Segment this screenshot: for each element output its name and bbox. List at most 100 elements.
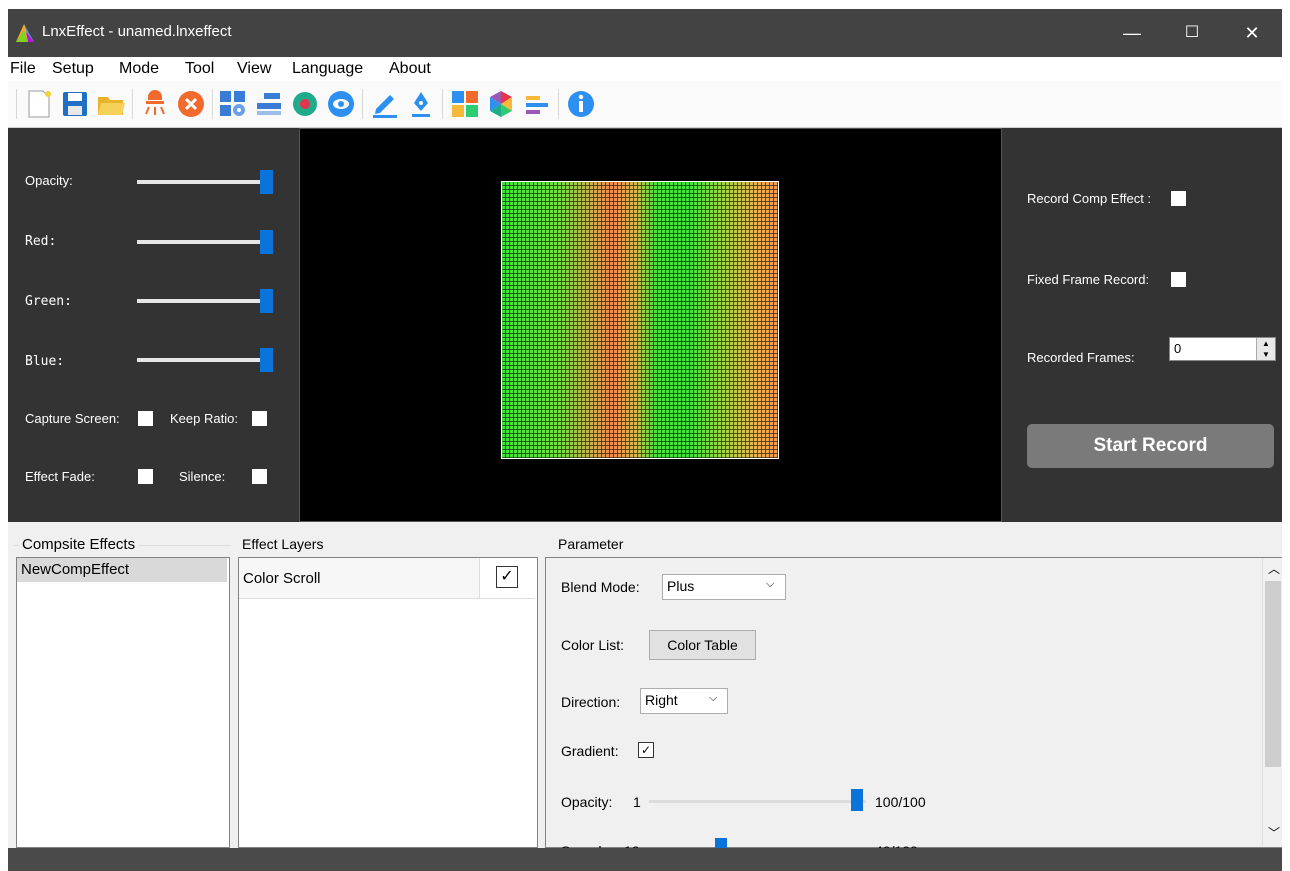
layers-title: Effect Layers: [239, 536, 327, 552]
toolbar-separator: [132, 89, 133, 119]
menu-view[interactable]: View: [237, 60, 271, 78]
settings-grid-icon[interactable]: [218, 89, 248, 119]
fixed-frame-checkbox[interactable]: [1171, 272, 1186, 287]
menu-language[interactable]: Language: [292, 60, 363, 78]
layer-enable-cell[interactable]: ✓: [479, 558, 535, 598]
chevron-down-icon: ⌵: [709, 692, 718, 704]
parameter-title: Parameter: [555, 536, 627, 552]
blend-mode-select[interactable]: Plus ⌵: [662, 574, 786, 600]
minimize-button[interactable]: —: [1102, 9, 1162, 57]
check-icon[interactable]: ✓: [496, 566, 518, 588]
recorded-frames-value: 0: [1174, 341, 1182, 356]
led-matrix-preview: [501, 181, 779, 459]
keep-ratio-checkbox[interactable]: [252, 411, 267, 426]
blue-slider-thumb[interactable]: [260, 348, 273, 372]
open-folder-icon[interactable]: [96, 89, 126, 119]
menu-bar: File Setup Mode Tool View Language About: [8, 57, 1282, 81]
align-icon[interactable]: [522, 89, 552, 119]
app-logo-icon: [16, 24, 34, 42]
spin-arrows-icon[interactable]: ▲ ▼: [1256, 338, 1275, 360]
blue-slider[interactable]: [137, 358, 273, 362]
close-icon: ✕: [1244, 23, 1260, 43]
close-button[interactable]: ✕: [1222, 9, 1282, 57]
bottom-section: Compsite Effects NewCompEffect Effect La…: [8, 522, 1282, 860]
record-comp-label: Record Comp Effect :: [1027, 191, 1152, 206]
color-wheel-icon[interactable]: [486, 89, 516, 119]
scroll-down-icon[interactable]: ﹀: [1268, 824, 1280, 841]
start-record-button[interactable]: Start Record: [1027, 424, 1274, 468]
effect-fade-checkbox[interactable]: [138, 469, 153, 484]
color-table-button[interactable]: Color Table: [649, 630, 756, 660]
opacity-param-thumb[interactable]: [851, 789, 863, 811]
new-file-icon[interactable]: [24, 89, 54, 119]
blend-mode-value: Plus: [667, 578, 695, 594]
scroll-up-icon[interactable]: ︿: [1268, 560, 1280, 577]
keep-ratio-label: Keep Ratio:: [170, 411, 238, 426]
red-slider[interactable]: [137, 240, 273, 244]
title-bar[interactable]: LnxEffect - unamed.lnxeffect — ☐ ✕: [8, 9, 1282, 57]
preview-canvas[interactable]: [299, 128, 1002, 522]
opacity-slider[interactable]: [137, 180, 273, 184]
stop-icon[interactable]: [176, 89, 206, 119]
blend-mode-label: Blend Mode:: [561, 579, 640, 595]
red-label: Red:: [25, 234, 57, 249]
app-window: LnxEffect - unamed.lnxeffect — ☐ ✕ File …: [8, 9, 1282, 871]
chevron-down-icon: ⌵: [766, 578, 775, 590]
capture-screen-checkbox[interactable]: [138, 411, 153, 426]
opacity-label: Opacity:: [25, 173, 73, 188]
print-icon[interactable]: [254, 89, 284, 119]
composite-list[interactable]: NewCompEffect: [16, 557, 230, 848]
window-title: LnxEffect - unamed.lnxeffect: [42, 23, 232, 40]
opacity-param-slider[interactable]: [649, 800, 866, 803]
gradient-checkbox[interactable]: ✓: [638, 742, 654, 758]
toolbar-separator: [442, 89, 443, 119]
green-slider[interactable]: [137, 299, 273, 303]
maximize-icon: ☐: [1184, 24, 1200, 41]
gradient-label: Gradient:: [561, 743, 619, 759]
silence-checkbox[interactable]: [252, 469, 267, 484]
blue-label: Blue:: [25, 354, 65, 369]
direction-value: Right: [645, 692, 678, 708]
record-icon[interactable]: [290, 89, 320, 119]
opacity-slider-thumb[interactable]: [260, 170, 273, 194]
record-comp-checkbox[interactable]: [1171, 191, 1186, 206]
toolbar-separator: [212, 89, 213, 119]
fixed-frame-label: Fixed Frame Record:: [1027, 272, 1150, 287]
capture-screen-label: Capture Screen:: [25, 411, 120, 426]
red-slider-thumb[interactable]: [260, 230, 273, 254]
effect-fade-label: Effect Fade:: [25, 469, 95, 484]
list-item[interactable]: NewCompEffect: [17, 558, 227, 582]
recorded-frames-label: Recorded Frames:: [1027, 350, 1135, 365]
eye-icon[interactable]: [326, 89, 356, 119]
check-icon: ✓: [640, 743, 652, 757]
menu-tool[interactable]: Tool: [185, 60, 214, 78]
menu-mode[interactable]: Mode: [119, 60, 159, 78]
pen-icon[interactable]: [370, 89, 400, 119]
preview-frame: [299, 128, 1002, 522]
save-icon[interactable]: [60, 89, 90, 119]
direction-select[interactable]: Right ⌵: [640, 688, 728, 714]
layer-row[interactable]: Color Scroll ✓: [239, 558, 535, 599]
color-blocks-icon[interactable]: [450, 89, 480, 119]
toolbar-separator: [16, 89, 17, 119]
menu-setup[interactable]: Setup: [52, 60, 94, 78]
green-slider-thumb[interactable]: [260, 289, 273, 313]
composite-title: Compsite Effects: [19, 536, 139, 553]
menu-about[interactable]: About: [389, 60, 431, 78]
composite-item-label: NewCompEffect: [21, 561, 130, 578]
status-bar: [8, 848, 1282, 871]
layers-list[interactable]: Color Scroll ✓: [238, 557, 538, 848]
light-icon[interactable]: [140, 89, 170, 119]
toolbar-separator: [362, 89, 363, 119]
maximize-button[interactable]: ☐: [1162, 9, 1222, 57]
ink-pen-icon[interactable]: [406, 89, 436, 119]
scrollbar-thumb[interactable]: [1265, 581, 1281, 767]
menu-file[interactable]: File: [10, 60, 36, 78]
recorded-frames-spinbox[interactable]: 0 ▲ ▼: [1169, 337, 1276, 361]
opacity-param-label: Opacity:: [561, 794, 613, 810]
record-panel: Record Comp Effect : Fixed Frame Record:…: [1002, 128, 1282, 522]
parameter-scrollbar[interactable]: ︿ ﹀: [1262, 558, 1282, 846]
silence-label: Silence:: [179, 469, 226, 484]
left-control-panel: Opacity: Red: Green: Blue: Capture Scree…: [8, 128, 299, 522]
info-icon[interactable]: [566, 89, 596, 119]
